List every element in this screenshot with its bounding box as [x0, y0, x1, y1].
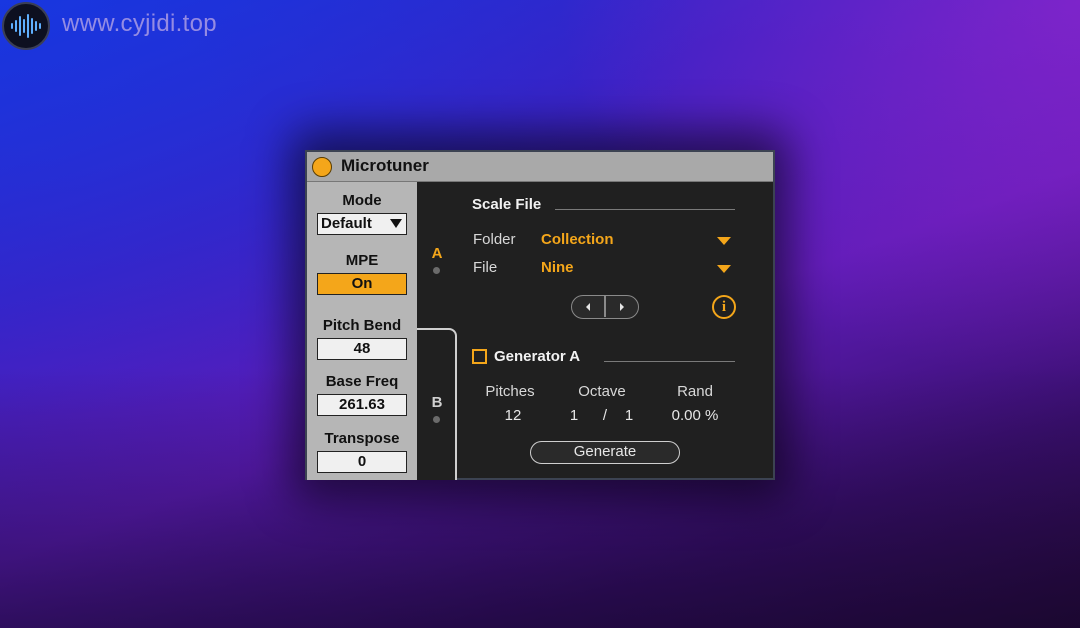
- generate-button[interactable]: Generate: [530, 441, 680, 464]
- file-value[interactable]: Nine: [541, 259, 574, 276]
- file-label: File: [473, 259, 498, 276]
- device-titlebar: Microtuner: [307, 152, 773, 182]
- left-panel: Mode Default MPE On Pitch Bend 48 Base F…: [307, 182, 417, 480]
- base-freq-label: Base Freq: [325, 373, 399, 390]
- file-nav-buttons: [571, 295, 639, 319]
- folder-dropdown-icon[interactable]: [717, 237, 731, 245]
- pitches-label: Pitches: [485, 383, 535, 400]
- tab-b-outline: [417, 328, 457, 480]
- base-freq-field[interactable]: 261.63: [317, 394, 407, 416]
- next-arrow-icon: [620, 302, 624, 311]
- octave-label: Octave: [578, 383, 626, 400]
- folder-value[interactable]: Collection: [541, 231, 614, 248]
- mode-dropdown[interactable]: Default: [317, 213, 407, 235]
- scale-file-divider: [555, 209, 735, 210]
- rand-label: Rand: [677, 383, 713, 400]
- mode-label: Mode: [342, 192, 382, 209]
- pitch-bend-label: Pitch Bend: [322, 317, 402, 334]
- prev-file-button[interactable]: [572, 296, 604, 317]
- octave-denominator[interactable]: 1: [622, 407, 636, 424]
- octave-numerator[interactable]: 1: [567, 407, 581, 424]
- mode-value: Default: [321, 215, 372, 232]
- site-logo: [2, 2, 50, 50]
- scale-file-heading: Scale File: [472, 196, 542, 213]
- next-file-button[interactable]: [606, 296, 638, 317]
- device-power-toggle[interactable]: [312, 157, 332, 177]
- device-title: Microtuner: [341, 156, 429, 175]
- microtuner-device: Microtuner Mode Default MPE On Pitch Ben…: [305, 150, 775, 480]
- tab-a[interactable]: A: [417, 245, 457, 262]
- pitch-bend-field[interactable]: 48: [317, 338, 407, 360]
- chevron-down-icon: [390, 219, 402, 228]
- mpe-toggle[interactable]: On: [317, 273, 407, 295]
- file-dropdown-icon[interactable]: [717, 265, 731, 273]
- mpe-label: MPE: [345, 252, 379, 269]
- site-watermark: www.cyjidi.top: [62, 10, 217, 37]
- main-panel: Scale File Folder Collection File Nine i…: [457, 182, 773, 480]
- pitches-value[interactable]: 12: [477, 407, 549, 424]
- waveform-icon: [11, 14, 41, 38]
- transpose-field[interactable]: 0: [317, 451, 407, 473]
- generator-divider: [604, 361, 735, 362]
- rand-value[interactable]: 0.00 %: [662, 407, 728, 424]
- transpose-label: Transpose: [324, 430, 400, 447]
- info-icon[interactable]: i: [712, 295, 736, 319]
- folder-label: Folder: [473, 231, 516, 248]
- generator-heading: Generator A: [494, 348, 581, 365]
- generator-checkbox[interactable]: [472, 349, 487, 364]
- octave-separator: /: [602, 407, 608, 424]
- prev-arrow-icon: [586, 302, 590, 311]
- tab-a-indicator: [433, 267, 440, 274]
